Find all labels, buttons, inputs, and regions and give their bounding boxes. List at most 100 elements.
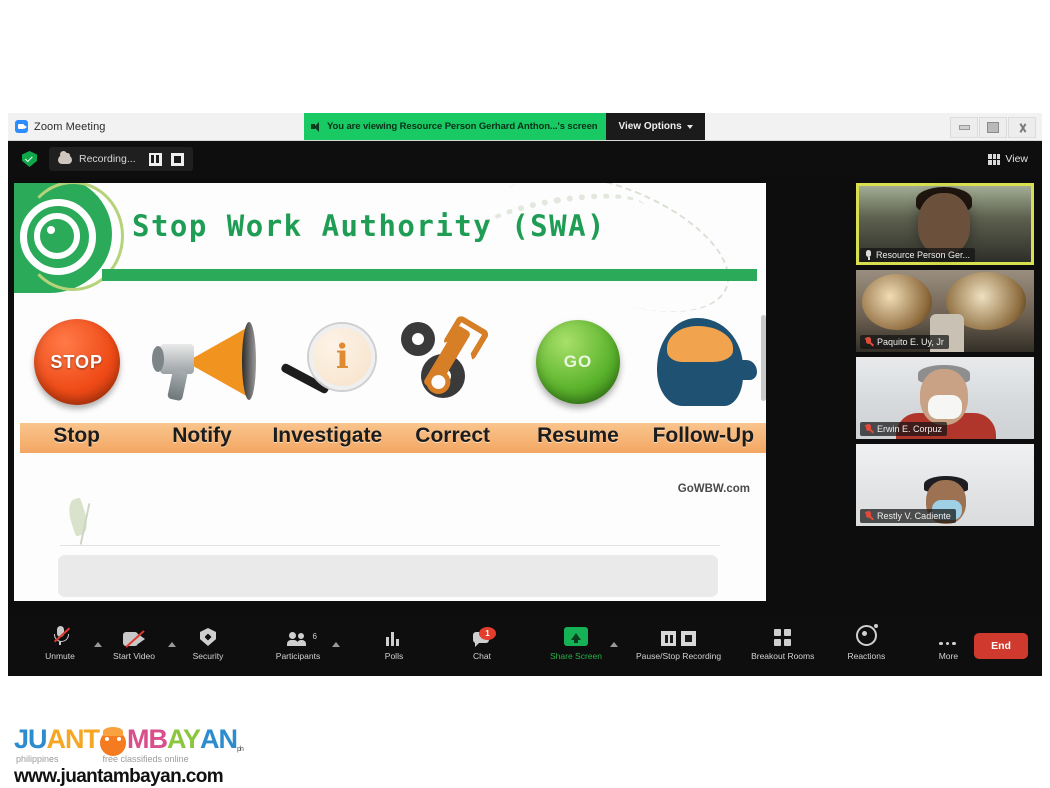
- close-icon: [1018, 123, 1027, 133]
- bullseye-rings: [20, 199, 96, 275]
- step-resume: GO Resume: [515, 303, 650, 473]
- close-button[interactable]: [1008, 117, 1036, 138]
- encryption-shield-icon[interactable]: [22, 151, 37, 167]
- share-screen-button[interactable]: Share Screen: [546, 617, 606, 676]
- head-brain-icon: [651, 316, 758, 408]
- speaker-icon: [311, 121, 322, 132]
- mic-off-icon: [865, 424, 873, 434]
- reactions-label: Reactions: [847, 651, 886, 661]
- step-art: [641, 303, 766, 421]
- step-art: GO: [515, 303, 640, 421]
- pause-icon[interactable]: [661, 631, 677, 646]
- end-label: End: [991, 640, 1011, 652]
- site-watermark: JU ANT MB AY AN ph philippines free clas…: [14, 726, 314, 788]
- chevron-down-icon: [686, 124, 693, 129]
- breakout-rooms-icon: [774, 624, 792, 646]
- chat-button[interactable]: 1 Chat: [452, 617, 512, 676]
- security-button[interactable]: Security: [178, 617, 238, 676]
- view-options-button[interactable]: View Options: [606, 113, 705, 140]
- pause-stop-recording-icon: [661, 624, 697, 646]
- stop-button-icon: STOP: [33, 319, 120, 405]
- maximize-button[interactable]: [979, 117, 1007, 138]
- meeting-stage: Stop Work Authority (SWA) STOP Stop Noti…: [8, 177, 1042, 617]
- slide-watermark: GoWBW.com: [677, 483, 750, 495]
- recording-controls: [148, 152, 184, 166]
- reactions-icon: [855, 624, 878, 646]
- stop-icon-text: STOP: [50, 351, 103, 372]
- polls-button[interactable]: Polls: [364, 617, 424, 676]
- video-frame-mask: [928, 395, 962, 419]
- participant-tile-1[interactable]: Resource Person Ger...: [856, 183, 1034, 265]
- stop-icon[interactable]: [681, 631, 697, 646]
- magnifier-info-icon: i: [273, 320, 381, 404]
- more-dots-icon: [939, 624, 957, 646]
- head-nose: [739, 360, 758, 380]
- pause-recording-button[interactable]: [148, 152, 162, 166]
- window-controls: [950, 117, 1036, 138]
- stop-recording-button[interactable]: [170, 152, 184, 166]
- participant-name: Paquito E. Uy, Jr: [877, 337, 944, 347]
- video-options-button[interactable]: [164, 621, 178, 673]
- chat-label: Chat: [473, 651, 491, 661]
- step-stop: STOP Stop: [14, 303, 148, 473]
- step-art: [139, 303, 264, 421]
- logo-tm: ph: [237, 746, 244, 753]
- participant-tile-4[interactable]: Restly V. Cadiente: [856, 444, 1034, 526]
- video-frame-face: [918, 193, 970, 255]
- participants-button[interactable]: 6 Participants: [268, 617, 328, 676]
- participants-count: 6: [312, 632, 317, 641]
- cloud-recording-icon: [58, 150, 72, 164]
- step-label-investigate: Investigate: [272, 424, 383, 447]
- participant-name: Restly V. Cadiente: [877, 511, 951, 521]
- participants-label: Participants: [275, 651, 321, 661]
- step-label-wrap: Resume: [515, 421, 650, 453]
- participant-tile-2[interactable]: Paquito E. Uy, Jr: [856, 270, 1034, 352]
- participant-name: Erwin E. Corpuz: [877, 424, 943, 434]
- window-title-bar: Zoom Meeting You are viewing Resource Pe…: [8, 113, 1042, 141]
- shared-screen-content[interactable]: Stop Work Authority (SWA) STOP Stop Noti…: [14, 183, 766, 601]
- screen-share-banner: You are viewing Resource Person Gerhard …: [304, 113, 705, 140]
- view-layout-button[interactable]: View: [988, 153, 1028, 165]
- breakout-rooms-button[interactable]: Breakout Rooms: [751, 617, 814, 676]
- chevron-up-icon: [168, 642, 176, 647]
- participant-name-tag: Resource Person Ger...: [860, 248, 976, 262]
- pause-stop-recording-button[interactable]: Pause/Stop Recording: [636, 617, 721, 676]
- end-meeting-button[interactable]: End: [974, 633, 1028, 659]
- step-art: [390, 303, 515, 421]
- participant-tile-3[interactable]: Erwin E. Corpuz: [856, 357, 1034, 439]
- logo-part-4: AY: [167, 724, 201, 754]
- screenshot-root: Zoom Meeting You are viewing Resource Pe…: [0, 0, 1050, 788]
- chevron-up-icon: [610, 642, 618, 647]
- logo-part-2: ANT: [46, 724, 100, 754]
- audio-options-button[interactable]: [90, 621, 104, 673]
- chevron-up-icon: [332, 642, 340, 647]
- start-video-label: Start Video: [113, 651, 155, 661]
- participant-name-tag: Paquito E. Uy, Jr: [860, 335, 949, 349]
- recording-label: Pause/Stop Recording: [636, 651, 722, 661]
- share-options-button[interactable]: [606, 621, 620, 673]
- minimize-icon: [958, 125, 970, 130]
- zoom-meeting-window: Zoom Meeting You are viewing Resource Pe…: [8, 113, 1042, 676]
- shared-screen-scrollbar[interactable]: [761, 315, 766, 401]
- slide-content-placeholder: [58, 555, 718, 597]
- magnifier-lens: i: [309, 324, 376, 390]
- start-video-button[interactable]: Start Video: [104, 617, 164, 676]
- participants-options-button[interactable]: [328, 621, 342, 673]
- info-letter: i: [335, 337, 349, 377]
- step-label-correct: Correct: [415, 424, 490, 447]
- more-button[interactable]: More: [918, 617, 978, 676]
- mascot-icon: [100, 727, 127, 756]
- step-label-resume: Resume: [537, 424, 619, 447]
- minimize-button[interactable]: [950, 117, 978, 138]
- go-icon-text: GO: [563, 352, 593, 371]
- camera-off-icon: [123, 624, 145, 648]
- chevron-up-icon: [94, 642, 102, 647]
- tagline-left: philippines: [16, 754, 59, 764]
- recording-status: Recording...: [49, 147, 193, 171]
- chat-unread-badge: 1: [479, 627, 496, 640]
- reactions-button[interactable]: Reactions: [836, 617, 896, 676]
- view-options-label: View Options: [618, 121, 682, 132]
- mic-off-icon: [865, 337, 873, 347]
- gears-wrench-icon: [395, 316, 511, 408]
- unmute-button[interactable]: Unmute: [30, 617, 90, 676]
